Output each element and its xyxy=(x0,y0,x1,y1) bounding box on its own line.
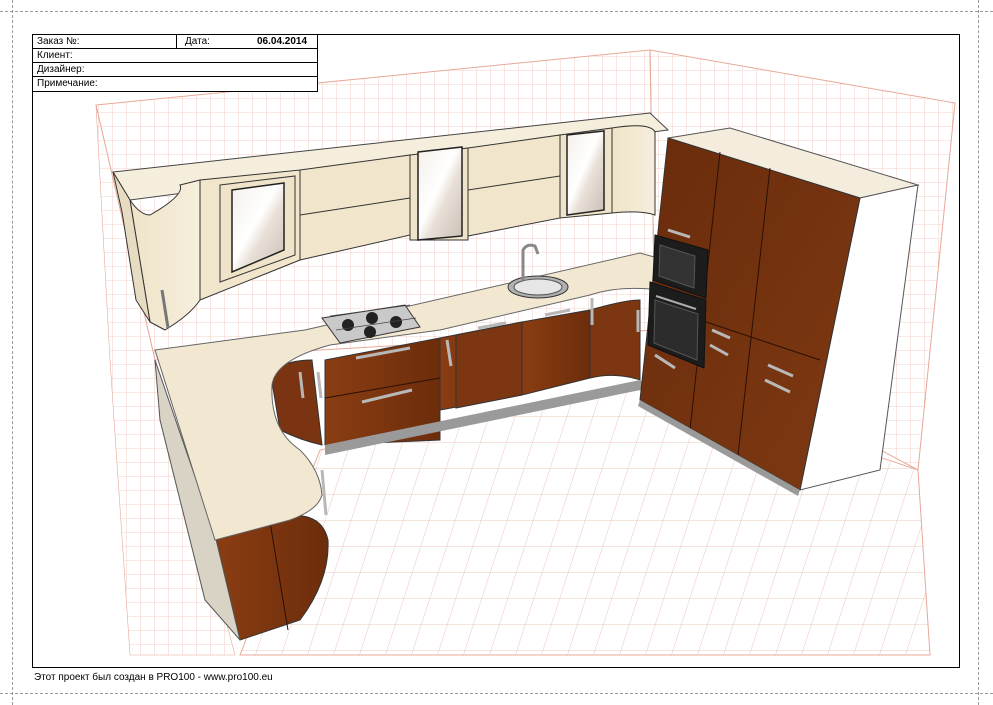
sheet-border-top xyxy=(0,11,993,12)
designer-row: Дизайнер: xyxy=(33,63,317,77)
kitchen-render xyxy=(95,49,956,656)
sheet-border-bottom xyxy=(0,693,993,694)
date-label: Дата: xyxy=(185,36,210,47)
note-row: Примечание: xyxy=(33,77,317,91)
footer-credit: Этот проект был создан в PRO100 - www.pr… xyxy=(34,672,273,683)
client-label: Клиент: xyxy=(37,50,73,61)
client-row: Клиент: xyxy=(33,49,317,63)
title-block-divider xyxy=(176,35,177,49)
order-label: Заказ №: xyxy=(37,36,80,47)
order-date-row: Заказ №: Дата: 06.04.2014 xyxy=(33,35,317,49)
sheet-border-right xyxy=(978,0,979,705)
sheet-border-left xyxy=(12,0,13,705)
note-label: Примечание: xyxy=(37,78,98,89)
date-value: 06.04.2014 xyxy=(257,36,308,47)
title-block: Заказ №: Дата: 06.04.2014 Клиент: Дизайн… xyxy=(32,34,318,92)
designer-label: Дизайнер: xyxy=(37,64,85,75)
sink-icon xyxy=(507,275,569,299)
